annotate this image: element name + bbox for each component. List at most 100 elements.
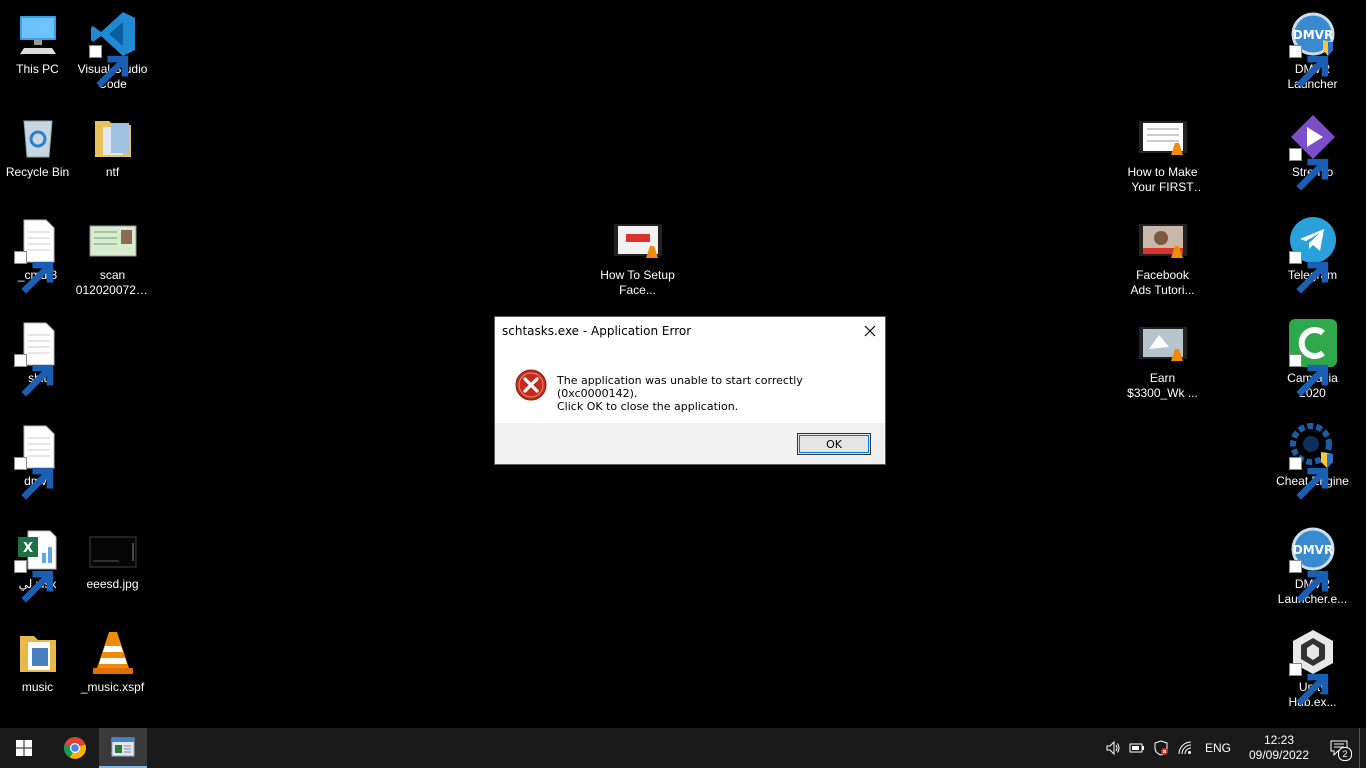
close-icon [864,325,876,337]
desktop-icon-dmvr-launcher-exe[interactable]: DMVR DMVR Launcher.e... [1275,521,1350,621]
image-thumbnail-icon [89,216,137,264]
video-thumbnail-icon [1138,319,1187,367]
dmvr-launcher-icon: DMVR [1288,525,1337,603]
clock[interactable]: 12:23 09/09/2022 [1239,733,1319,763]
desktop-icon-this-pc[interactable]: This PC [0,6,75,106]
camtasia-icon [1288,319,1337,397]
folder-icon [14,628,62,676]
application-error-dialog: schtasks.exe - Application Error The app… [494,316,886,465]
icon-label: Facebook Ads Tutori... [1130,268,1195,297]
shortcut-arrow-icon [1288,663,1328,706]
unity-hub-icon [1288,628,1337,706]
vscode-icon [88,10,137,88]
icon-label: music [21,680,54,694]
dialog-titlebar[interactable]: schtasks.exe - Application Error [495,317,885,345]
icon-label: Earn $3300_Wk ... [1127,371,1198,400]
icon-label: scan 0120200728... [75,268,150,297]
error-icon [515,369,547,401]
icon-label: _music.xspf [80,680,145,694]
svg-text:X: X [22,541,32,556]
dmvr-launcher-icon: DMVR [1288,10,1337,88]
clock-time: 12:23 [1263,733,1295,747]
desktop-icon-how-to-setup[interactable]: How To Setup Face... [600,212,675,312]
document-icon [13,216,62,294]
system-tray: ENG 12:23 09/09/2022 2 [1101,728,1366,768]
shortcut-arrow-icon [88,45,128,88]
desktop-icon-music-xspf[interactable]: _music.xspf [75,624,150,724]
application-window-icon [111,737,135,757]
battery-icon [1129,743,1144,753]
desktop-icon-vscode[interactable]: Visual Studio Code [75,6,150,106]
error-message: The application was unable to start corr… [557,374,885,413]
desktop-icon-dmvr[interactable]: dmvr [0,418,75,518]
volume-icon [1106,740,1120,756]
desktop-icon-ntf[interactable]: ntf [75,109,150,209]
wifi-icon [1178,741,1192,755]
video-thumbnail-icon [613,216,662,264]
desktop-icon-earn[interactable]: Earn $3300_Wk ... [1125,315,1200,415]
desktop: This PC Recycle Bin _cmd 3 shit dmvr X ل… [0,0,1366,728]
desktop-icon-music[interactable]: music [0,624,75,724]
shield-warning-icon [1154,740,1168,756]
shortcut-arrow-icon [1288,560,1328,603]
dialog-body: The application was unable to start corr… [495,345,885,425]
language-indicator[interactable]: ENG [1197,741,1239,755]
battery-button[interactable] [1125,728,1149,768]
desktop-icon-unity-hub[interactable]: Unity Hub.ex... [1275,624,1350,724]
vlc-icon [89,628,137,676]
recycle-bin-icon [14,113,62,161]
taskbar-chrome[interactable] [51,728,99,768]
icon-label: eeesd.jpg [86,577,139,591]
icon-label: ntf [105,165,120,179]
desktop-icon-telegram[interactable]: Telegram [1275,212,1350,312]
show-desktop-button[interactable] [1359,728,1366,768]
shortcut-arrow-icon [1288,148,1328,191]
document-icon [13,319,62,397]
taskbar: ENG 12:23 09/09/2022 2 [0,728,1366,768]
desktop-icon-cheat-engine[interactable]: Cheat Engine [1275,418,1350,518]
shortcut-arrow-icon [1288,45,1328,88]
icon-label: How To Setup Face... [600,268,675,297]
icon-label: This PC [16,62,59,76]
desktop-icon-how-to-make[interactable]: How to Make Your FIRST ... [1125,109,1200,209]
video-thumbnail-icon [1138,113,1187,161]
clock-date: 09/09/2022 [1248,748,1310,762]
desktop-icon-eeesd[interactable]: eeesd.jpg [75,521,150,621]
windows-logo-icon [16,740,32,756]
desktop-icon-dmvr-launcher[interactable]: DMVR DMVR Launcher [1275,6,1350,106]
security-button[interactable] [1149,728,1173,768]
desktop-icon-cmd3[interactable]: _cmd 3 [0,212,75,312]
shortcut-arrow-icon [13,560,53,603]
shortcut-arrow-icon [13,251,53,294]
dialog-title: schtasks.exe - Application Error [502,324,692,338]
desktop-icon-scan[interactable]: scan 0120200728... [75,212,150,312]
image-thumbnail-icon [89,525,137,573]
start-button[interactable] [0,728,48,768]
svg-text:DMVR: DMVR [1292,543,1332,557]
svg-text:DMVR: DMVR [1292,28,1332,42]
excel-icon: X [13,525,62,603]
close-button[interactable] [855,317,885,345]
icon-label: How to Make Your FIRST ... [1127,165,1198,194]
icon-label: Recycle Bin [5,165,70,179]
ok-button[interactable]: OK [797,433,871,455]
document-icon [13,422,62,500]
shortcut-arrow-icon [1288,354,1328,397]
desktop-icon-xlsx[interactable]: X لي.xlsx [0,521,75,621]
computer-icon [14,10,62,58]
error-message-line-1: The application was unable to start corr… [557,374,803,400]
network-button[interactable] [1173,728,1197,768]
desktop-icon-recycle-bin[interactable]: Recycle Bin [0,109,75,209]
cheat-engine-icon [1288,422,1337,500]
shortcut-arrow-icon [1288,457,1328,500]
shortcut-arrow-icon [13,354,53,397]
desktop-icon-camtasia[interactable]: Camtasia 2020 [1275,315,1350,415]
volume-button[interactable] [1101,728,1125,768]
desktop-icon-facebook-ads[interactable]: Facebook Ads Tutori... [1125,212,1200,312]
action-center-button[interactable]: 2 [1319,728,1359,768]
video-thumbnail-icon [1138,216,1187,264]
desktop-icon-shit[interactable]: shit [0,315,75,415]
taskbar-active-app[interactable] [99,728,147,768]
shortcut-arrow-icon [1288,251,1328,294]
desktop-icon-stremio[interactable]: Stremio [1275,109,1350,209]
